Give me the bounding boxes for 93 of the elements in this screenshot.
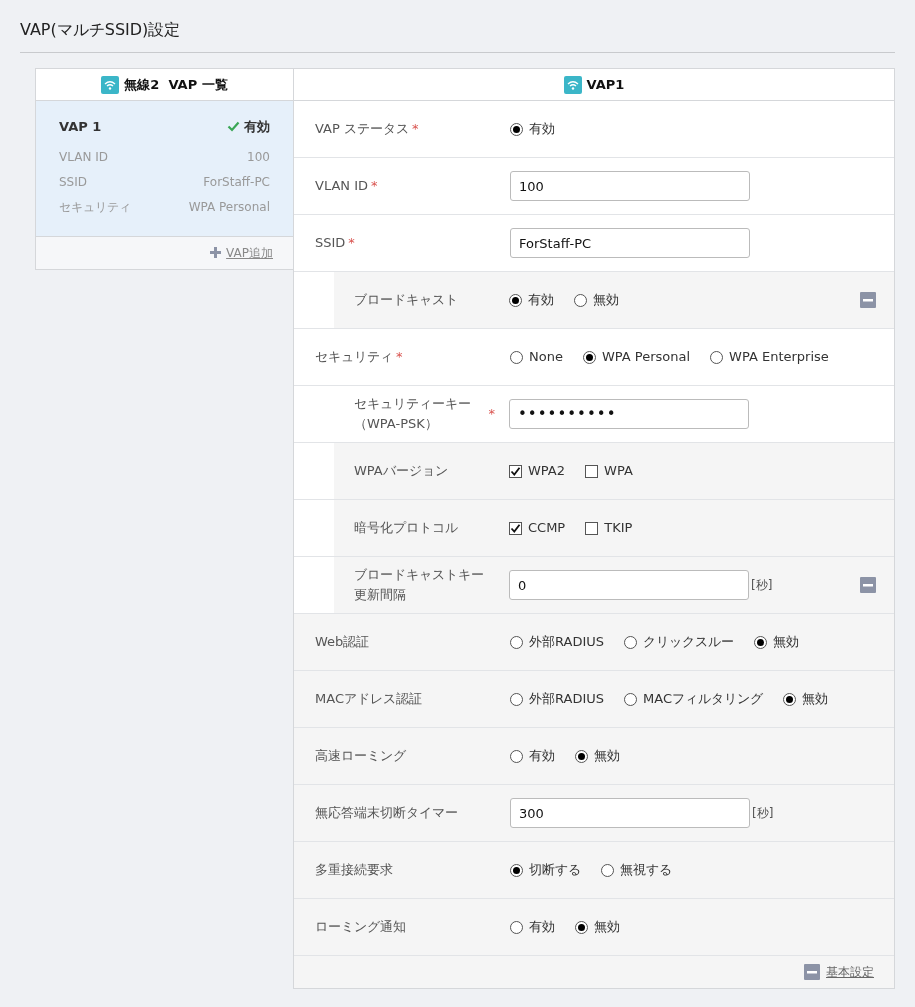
radio-button[interactable] [510,749,523,763]
option-label: 外部RADIUS [529,633,604,652]
field-label: 高速ローミング [315,747,406,765]
password-field[interactable]: •••••••••• [509,399,749,429]
option-label: WPA Personal [601,348,691,367]
option-label: 無効 [593,291,619,310]
radio-button[interactable] [510,350,523,364]
field-label: 暗号化プロトコル [354,519,458,537]
option-label: 無視する [620,861,672,880]
input-field[interactable]: 100 [510,171,750,201]
field-label: （WPA-PSK） [354,415,439,433]
radio-button[interactable] [510,920,523,934]
unit-label: [秒] [751,577,773,594]
unit-label: [秒] [752,805,774,822]
radio-button[interactable] [510,692,523,706]
required-mark: * [396,348,403,367]
field-label: Web認証 [315,633,370,651]
checkbox[interactable] [509,521,522,535]
field-label: VLAN ID [315,177,369,195]
collapse-icon[interactable] [860,577,876,593]
radio-button[interactable] [582,350,596,364]
add-vap-link[interactable]: VAP追加 [226,243,273,262]
panel-title: 無線2 VAP 一覧 [124,75,228,94]
field-label: 更新間隔 [354,586,407,604]
field-label: WPAバージョン [354,462,448,480]
input-field[interactable]: 300 [510,798,750,828]
option-label: 有効 [529,918,555,937]
radio-button[interactable] [710,350,724,364]
field-label: VAP ステータス [315,120,409,138]
radio-button[interactable] [601,863,614,877]
checkbox[interactable] [585,464,599,478]
detail-key: SSID [59,173,87,191]
option-label: TKIP [604,519,633,538]
vap-list-item[interactable]: VAP 1 有効 VLAN ID 100 SSID ForStaff-PC セキュリティ WPA Personal [36,101,293,237]
wifi-icon [563,75,582,94]
option-label: WPA [604,462,633,481]
field-label: ブロードキャスト [354,291,458,309]
option-label: WPA Enterprise [729,348,829,367]
option-label: 有効 [529,747,555,766]
option-label: CCMP [528,519,566,538]
page-title: VAP(マルチSSID)設定 [20,18,895,53]
detail-value: ForStaff-PC [203,174,270,191]
field-label: ブロードキャストキー [354,566,484,584]
field-label: MACアドレス認証 [315,690,422,708]
input-field[interactable]: ForStaff-PC [510,228,750,258]
required-mark: * [411,120,419,139]
input-field[interactable]: 0 [509,570,749,600]
plus-icon [210,247,222,258]
option-label: 有効 [528,291,554,310]
option-label: WPA2 [528,462,566,481]
collapse-icon[interactable] [860,292,876,308]
detail-value: WPA Personal [188,199,270,216]
status-label: 有効 [244,118,270,136]
vap-name: VAP 1 [59,118,102,136]
basic-settings-link[interactable]: 基本設定 [826,963,874,981]
field-label: セキュリティーキー [354,395,471,413]
option-label: MACフィルタリング [643,690,763,709]
detail-key: セキュリティ [59,198,131,216]
required-mark: * [488,405,495,424]
option-label: 無効 [773,633,799,652]
checkbox[interactable] [509,464,522,478]
radio-button[interactable] [574,293,587,307]
wifi-icon [101,75,120,94]
panel-title: VAP1 [586,75,625,94]
detail-value: 100 [247,149,270,166]
field-label: SSID [315,234,346,252]
option-label: 無効 [594,747,620,766]
option-label: 無効 [594,918,620,937]
field-label: 多重接続要求 [315,861,393,879]
option-label: 外部RADIUS [529,690,604,709]
option-label: 有効 [529,120,555,139]
radio-button[interactable] [624,692,637,706]
field-label: 無応答端末切断タイマー [315,804,458,822]
radio-button[interactable] [575,920,588,934]
checkbox[interactable] [585,521,599,535]
radio-button[interactable] [510,122,523,136]
option-label: None [529,348,563,367]
radio-button[interactable] [510,863,523,877]
collapse-icon[interactable] [804,964,820,980]
detail-key: VLAN ID [59,148,108,166]
radio-button[interactable] [783,692,796,706]
radio-button[interactable] [575,749,588,763]
option-label: 切断する [529,861,581,880]
option-label: クリックスルー [643,633,734,652]
radio-button[interactable] [509,293,522,307]
option-label: 無効 [802,690,828,709]
field-label: セキュリティ [315,348,393,366]
field-label: ローミング通知 [315,918,406,936]
radio-button[interactable] [510,635,523,649]
radio-button[interactable] [754,635,767,649]
radio-button[interactable] [624,635,637,649]
required-mark: * [348,234,355,253]
required-mark: * [371,177,378,196]
